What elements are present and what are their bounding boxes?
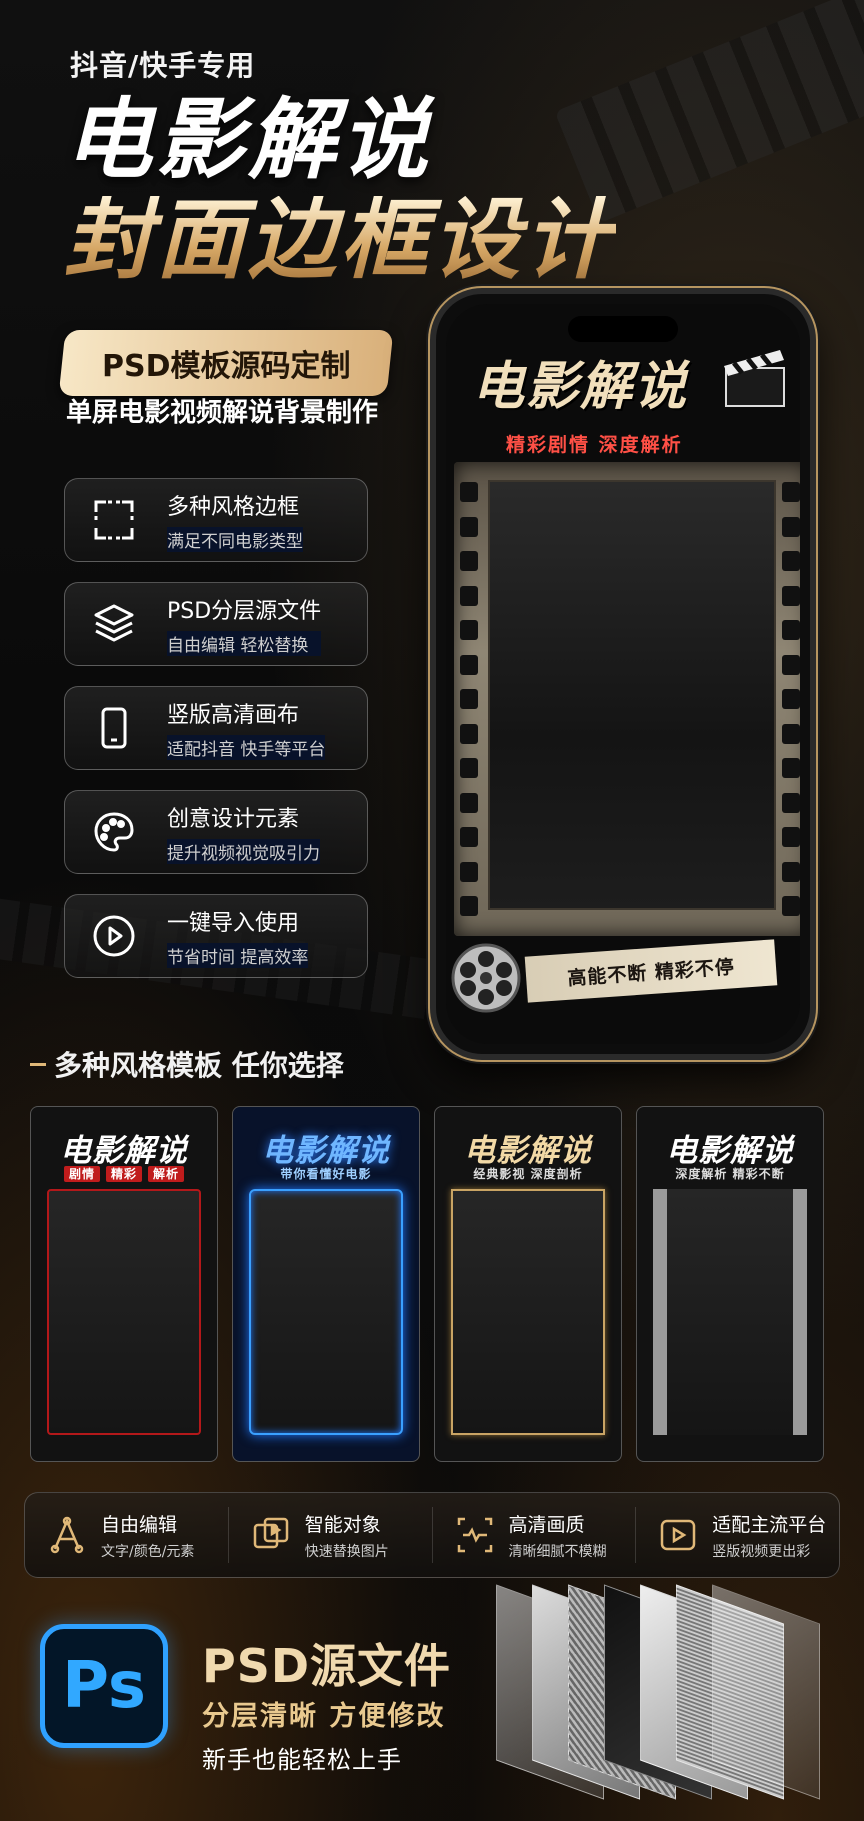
template-title: 电影解说 — [464, 1133, 592, 1169]
bar-title: 智能对象 — [304, 1513, 381, 1536]
phone-banner: 高能不断 精彩不停 — [524, 939, 778, 1003]
title-dash — [30, 1062, 46, 1066]
feature-title: PSD分层源文件 — [167, 598, 322, 624]
feature-desc: 节省时间 提高效率 — [167, 942, 309, 968]
template-tag: 解析 — [148, 1166, 185, 1182]
clapperboard-icon — [724, 350, 785, 407]
play-icon — [91, 913, 137, 959]
template-subtitle: 经典影视 深度剖析 — [473, 1167, 583, 1181]
feature-desc: 提升视频视觉吸引力 — [167, 838, 320, 864]
film-content-area — [488, 480, 776, 910]
main-title-secondary: 封面边框设计 — [64, 188, 617, 291]
subtitle: 单屏电影视频解说背景制作 — [66, 398, 379, 428]
feature-card: 竖版高清画布 适配抖音 快手等平台 — [64, 686, 368, 770]
psd-line1: 分层清晰 方便修改 — [202, 1701, 446, 1732]
template-subtitle: 深度解析 精彩不断 — [675, 1167, 785, 1181]
film-frame — [454, 462, 800, 936]
frame-icon — [91, 497, 137, 543]
template-title: 电影解说 — [60, 1133, 188, 1169]
template-tags: 剧情 精彩 解析 — [31, 1165, 217, 1182]
phone-subtitle: 精彩剧情 深度解析 — [506, 434, 683, 456]
pill-label: PSD模板源码定制 — [101, 349, 351, 384]
template-card[interactable]: 电影解说 深度解析 精彩不断 — [636, 1106, 824, 1462]
bar-title: 高清画质 — [508, 1513, 585, 1536]
bar-desc: 清晰细腻不模糊 — [508, 1543, 607, 1560]
template-card[interactable]: 电影解说 剧情 精彩 解析 — [30, 1106, 218, 1462]
layer-stack-illustration — [496, 1584, 836, 1804]
bar-item: 适配主流平台竖版视频更出彩 — [636, 1507, 839, 1563]
phone-icon — [91, 705, 137, 751]
psd-title: PSD源文件 — [202, 1639, 452, 1693]
bar-title: 自由编辑 — [101, 1513, 178, 1536]
phone-screen: 电影解说 精彩剧情 深度解析 高能不断 精彩不停 — [446, 304, 800, 1044]
templates-section-title: 多种风格模板 任你选择 — [30, 1044, 344, 1084]
film-reel-icon — [451, 943, 521, 1013]
platform-icon — [661, 1519, 696, 1551]
bar-desc: 文字/颜色/元素 — [101, 1543, 195, 1560]
layers-icon — [91, 601, 137, 647]
feature-title: 一键导入使用 — [167, 910, 300, 936]
template-frame — [451, 1189, 605, 1435]
template-frame — [653, 1189, 807, 1435]
film-holes — [782, 482, 800, 916]
phone-mockup: 电影解说 精彩剧情 深度解析 高能不断 精彩不停 — [430, 288, 816, 1060]
template-tag: 精彩 — [105, 1166, 142, 1182]
feature-card: 一键导入使用 节省时间 提高效率 — [64, 894, 368, 978]
bar-item: 智能对象快速替换图片 — [229, 1507, 433, 1563]
feature-title: 竖版高清画布 — [167, 702, 300, 728]
phone-title: 电影解说 — [472, 357, 689, 417]
phone-notch — [568, 316, 678, 342]
feature-card: PSD分层源文件 自由编辑 轻松替换 — [64, 582, 368, 666]
template-frame — [47, 1189, 201, 1435]
feature-desc: 自由编辑 轻松替换 — [167, 630, 322, 656]
film-holes — [460, 482, 482, 916]
feature-bar: 自由编辑文字/颜色/元素 智能对象快速替换图片 高清画质清晰细腻不模糊 适配主流… — [24, 1492, 840, 1578]
feature-card: 创意设计元素 提升视频视觉吸引力 — [64, 790, 368, 874]
photoshop-logo-icon: Ps — [40, 1624, 168, 1748]
template-card[interactable]: 电影解说 经典影视 深度剖析 — [434, 1106, 622, 1462]
feature-desc: 适配抖音 快手等平台 — [167, 734, 326, 760]
psd-template-pill: PSD模板源码定制 — [58, 330, 394, 396]
feature-desc: 满足不同电影类型 — [167, 526, 303, 552]
template-title: 电影解说 — [262, 1133, 390, 1169]
palette-icon — [91, 809, 137, 855]
psd-line2: 新手也能轻松上手 — [202, 1746, 402, 1774]
bar-desc: 快速替换图片 — [304, 1543, 389, 1560]
bar-item: 自由编辑文字/颜色/元素 — [25, 1507, 229, 1563]
hd-icon — [457, 1517, 492, 1553]
bar-item: 高清画质清晰细腻不模糊 — [433, 1507, 637, 1563]
section-title-text: 多种风格模板 任你选择 — [54, 1049, 344, 1082]
template-title: 电影解说 — [666, 1133, 794, 1169]
template-subtitle: 带你看懂好电影 — [280, 1167, 372, 1181]
platform-tag: 抖音/快手专用 — [70, 49, 256, 82]
template-tag: 剧情 — [63, 1166, 100, 1182]
feature-card: 多种风格边框 满足不同电影类型 — [64, 478, 368, 562]
bar-desc: 竖版视频更出彩 — [712, 1543, 811, 1560]
template-card[interactable]: 电影解说 带你看懂好电影 — [232, 1106, 420, 1462]
template-frame — [249, 1189, 403, 1435]
feature-title: 多种风格边框 — [167, 494, 300, 520]
edit-icon — [50, 1516, 84, 1554]
bar-title: 适配主流平台 — [712, 1513, 827, 1536]
feature-title: 创意设计元素 — [167, 806, 300, 832]
smart-object-icon — [253, 1517, 288, 1549]
main-title: 电影解说 — [64, 88, 433, 191]
